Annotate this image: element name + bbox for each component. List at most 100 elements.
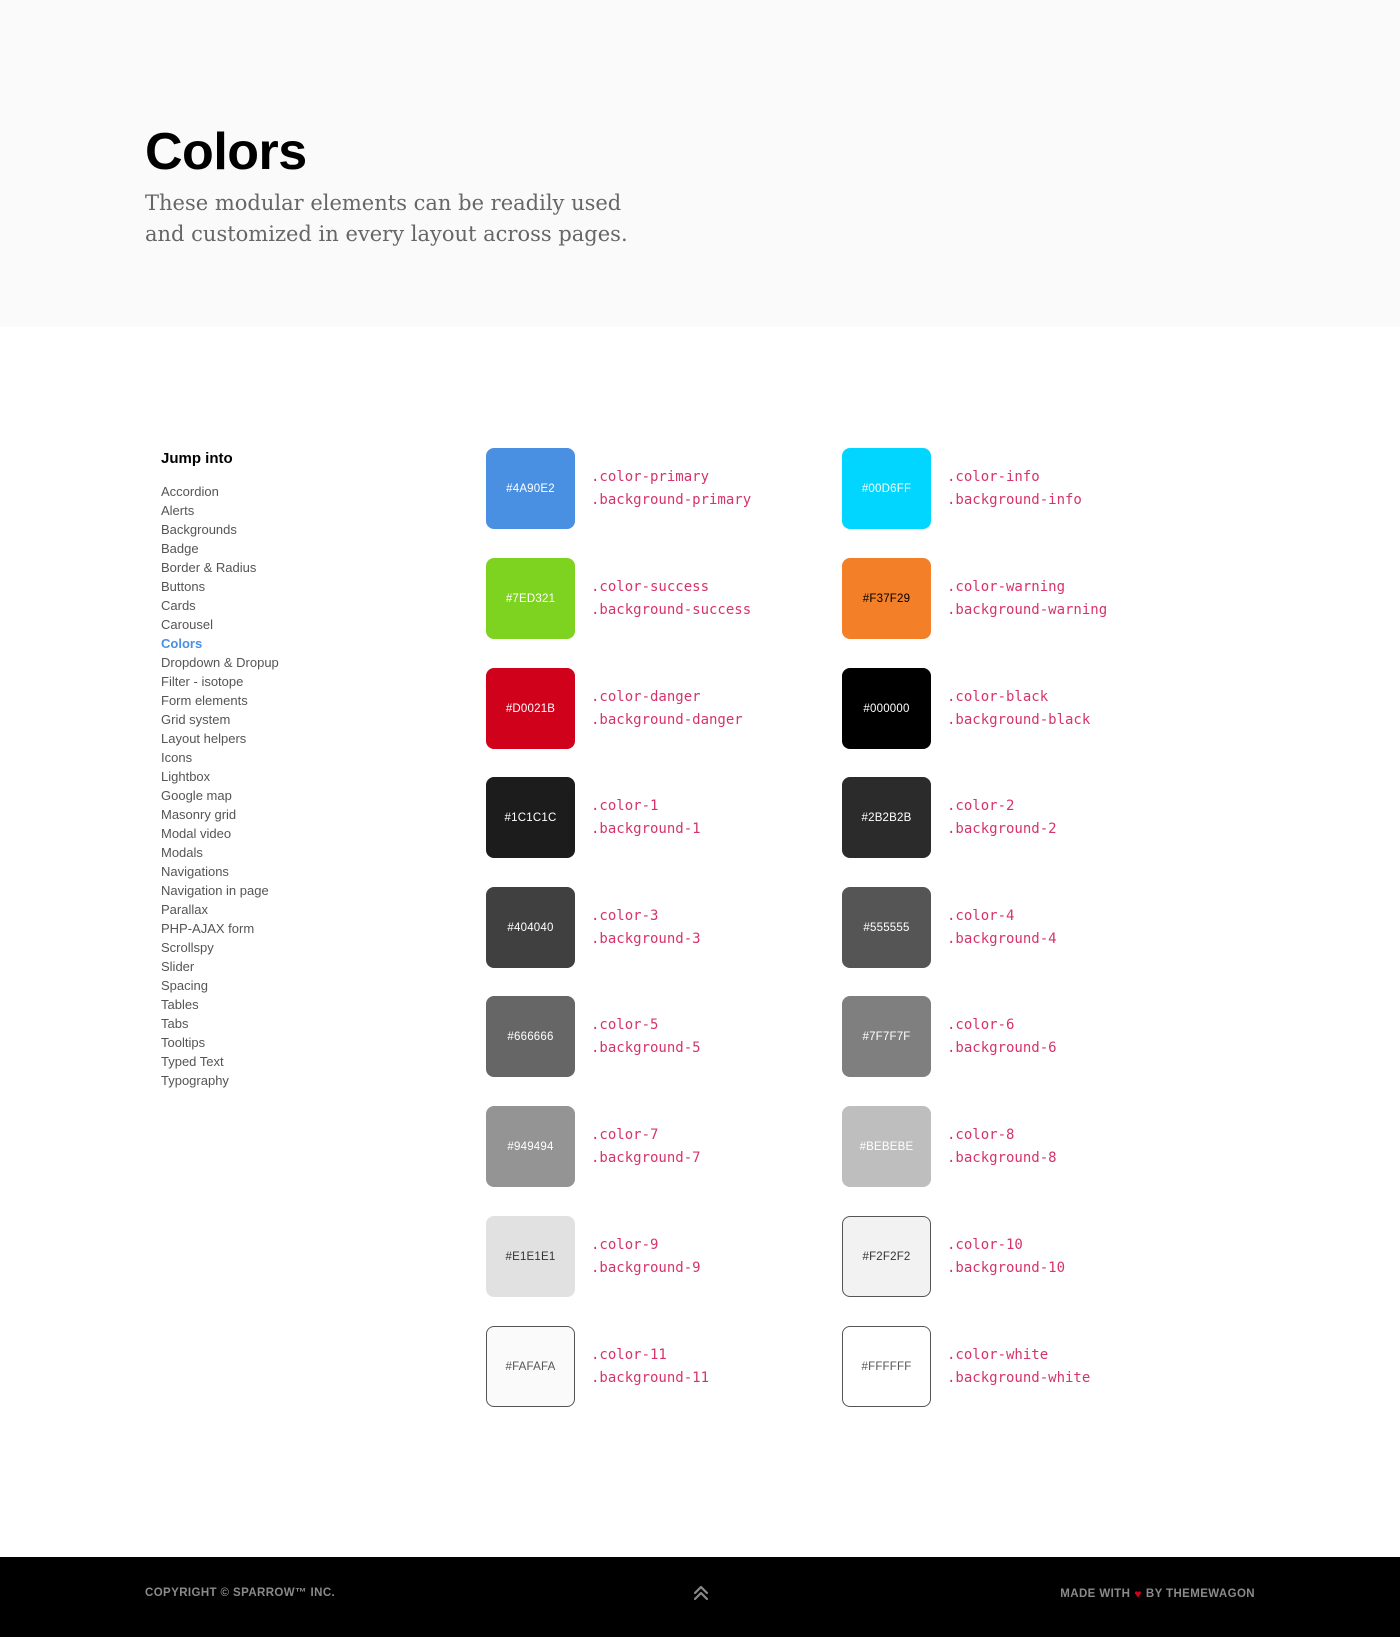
sidebar-item[interactable]: Filter - isotope (161, 672, 421, 691)
background-class-name: .background-7 (591, 1149, 701, 1166)
color-class-name: .color-danger (591, 688, 701, 705)
sidebar-item[interactable]: Dropdown & Dropup (161, 653, 421, 672)
background-class-name: .background-success (591, 601, 752, 618)
sidebar-item[interactable]: Scrollspy (161, 938, 421, 957)
swatch-row: #000000 .color-black .background-black (842, 668, 1090, 749)
color-class-name: .color-11 (591, 1346, 667, 1363)
sidebar-item[interactable]: Modal video (161, 824, 421, 843)
sidebar-item[interactable]: Icons (161, 748, 421, 767)
background-class-name: .background-info (947, 491, 1082, 508)
sidebar-item[interactable]: Carousel (161, 615, 421, 634)
sidebar-item[interactable]: Grid system (161, 710, 421, 729)
color-class-name: .color-4 (947, 907, 1015, 924)
sidebar-item[interactable]: Lightbox (161, 767, 421, 786)
class-names: .color-6 .background-6 (947, 1014, 1057, 1060)
sidebar-item[interactable]: Slider (161, 957, 421, 976)
color-swatch: #1C1C1C (486, 777, 575, 858)
color-swatch: #949494 (486, 1106, 575, 1187)
background-class-name: .background-danger (591, 711, 743, 728)
heart-icon: ♥ (1134, 1587, 1142, 1601)
footer-copyright: Copyright © Sparrow™ Inc. (145, 1587, 336, 1599)
sidebar-item[interactable]: Tables (161, 995, 421, 1014)
page-subtitle: These modular elements can be readily us… (145, 191, 628, 246)
color-class-name: .color-5 (591, 1016, 659, 1033)
sidebar-item[interactable]: PHP-AJAX form (161, 919, 421, 938)
swatch-row: #949494 .color-7 .background-7 (486, 1106, 701, 1187)
swatch-row: #E1E1E1 .color-9 .background-9 (486, 1216, 701, 1297)
sidebar-item[interactable]: Layout helpers (161, 729, 421, 748)
background-class-name: .background-8 (947, 1149, 1057, 1166)
class-names: .color-warning .background-warning (947, 576, 1107, 622)
sidebar-item[interactable]: Modals (161, 843, 421, 862)
color-class-name: .color-warning (947, 578, 1066, 595)
jump-into-nav: Jump into Accordion Alerts Backgrounds Badg… (161, 448, 421, 1090)
swatch-row: #D0021B .color-danger .background-danger (486, 668, 743, 749)
color-swatch: #7ED321 (486, 558, 575, 639)
color-class-name: .color-6 (947, 1016, 1015, 1033)
sidebar-item[interactable]: Border & Radius (161, 558, 421, 577)
swatch-row: #00D6FF .color-info .background-info (842, 448, 1082, 529)
sidebar-item[interactable]: Google map (161, 786, 421, 805)
color-class-name: .color-success (591, 578, 710, 595)
sidebar-list: Accordion Alerts Backgrounds Badge Border & … (161, 482, 421, 1090)
color-swatch: #2B2B2B (842, 777, 931, 858)
class-names: .color-3 .background-3 (591, 905, 701, 951)
class-names: .color-white .background-white (947, 1344, 1090, 1390)
sidebar-item[interactable]: Tabs (161, 1014, 421, 1033)
class-names: .color-1 .background-1 (591, 795, 701, 841)
background-class-name: .background-black (947, 711, 1091, 728)
background-class-name: .background-1 (591, 820, 701, 837)
sidebar-item[interactable]: Spacing (161, 976, 421, 995)
sidebar-item[interactable]: Navigations (161, 862, 421, 881)
background-class-name: .background-5 (591, 1039, 701, 1056)
class-names: .color-primary .background-primary (591, 466, 751, 512)
sidebar-item[interactable]: Accordion (161, 482, 421, 501)
color-swatch: #FAFAFA (486, 1326, 575, 1407)
sidebar-item[interactable]: Cards (161, 596, 421, 615)
sidebar-item[interactable]: Colors (161, 634, 421, 653)
double-chevron-up-icon (693, 1585, 709, 1601)
sidebar-item[interactable]: Badge (161, 539, 421, 558)
background-class-name: .background-primary (591, 491, 752, 508)
color-swatch: #D0021B (486, 668, 575, 749)
class-names: .color-info .background-info (947, 466, 1082, 512)
background-class-name: .background-warning (947, 601, 1108, 618)
background-class-name: .background-9 (591, 1259, 701, 1276)
sidebar-item[interactable]: Navigation in page (161, 881, 421, 900)
color-class-name: .color-8 (947, 1126, 1015, 1143)
swatch-row: #1C1C1C .color-1 .background-1 (486, 777, 701, 858)
class-names: .color-5 .background-5 (591, 1014, 701, 1060)
color-swatch: #7F7F7F (842, 996, 931, 1077)
sidebar-item[interactable]: Masonry grid (161, 805, 421, 824)
background-class-name: .background-3 (591, 930, 701, 947)
color-swatch: #666666 (486, 996, 575, 1077)
back-to-top-button[interactable] (690, 1581, 712, 1605)
class-names: .color-8 .background-8 (947, 1124, 1057, 1170)
sidebar-item[interactable]: Tooltips (161, 1033, 421, 1052)
sidebar-item[interactable]: Typography (161, 1071, 421, 1090)
page-header: Colors These modular elements can be rea… (0, 0, 1400, 327)
sidebar-item[interactable]: Typed Text (161, 1052, 421, 1071)
color-class-name: .color-black (947, 688, 1049, 705)
sidebar-item[interactable]: Backgrounds (161, 520, 421, 539)
color-class-name: .color-primary (591, 468, 710, 485)
color-class-name: .color-white (947, 1346, 1049, 1363)
color-swatch: #000000 (842, 668, 931, 749)
sidebar-heading: Jump into (161, 450, 233, 467)
swatch-row: #FFFFFF .color-white .background-white (842, 1326, 1090, 1407)
sidebar-item[interactable]: Parallax (161, 900, 421, 919)
color-swatch: #4A90E2 (486, 448, 575, 529)
class-names: .color-11 .background-11 (591, 1344, 709, 1390)
background-class-name: .background-2 (947, 820, 1057, 837)
sidebar-item[interactable]: Alerts (161, 501, 421, 520)
color-swatch: #BEBEBE (842, 1106, 931, 1187)
sidebar-item[interactable]: Form elements (161, 691, 421, 710)
swatch-row: #FAFAFA .color-11 .background-11 (486, 1326, 709, 1407)
class-names: .color-danger .background-danger (591, 686, 743, 732)
sidebar-item[interactable]: Buttons (161, 577, 421, 596)
class-names: .color-black .background-black (947, 686, 1090, 732)
themewagon-link[interactable]: by Themewagon (1146, 1588, 1255, 1600)
color-swatch: #E1E1E1 (486, 1216, 575, 1297)
color-class-name: .color-9 (591, 1236, 659, 1253)
color-swatch: #F37F29 (842, 558, 931, 639)
